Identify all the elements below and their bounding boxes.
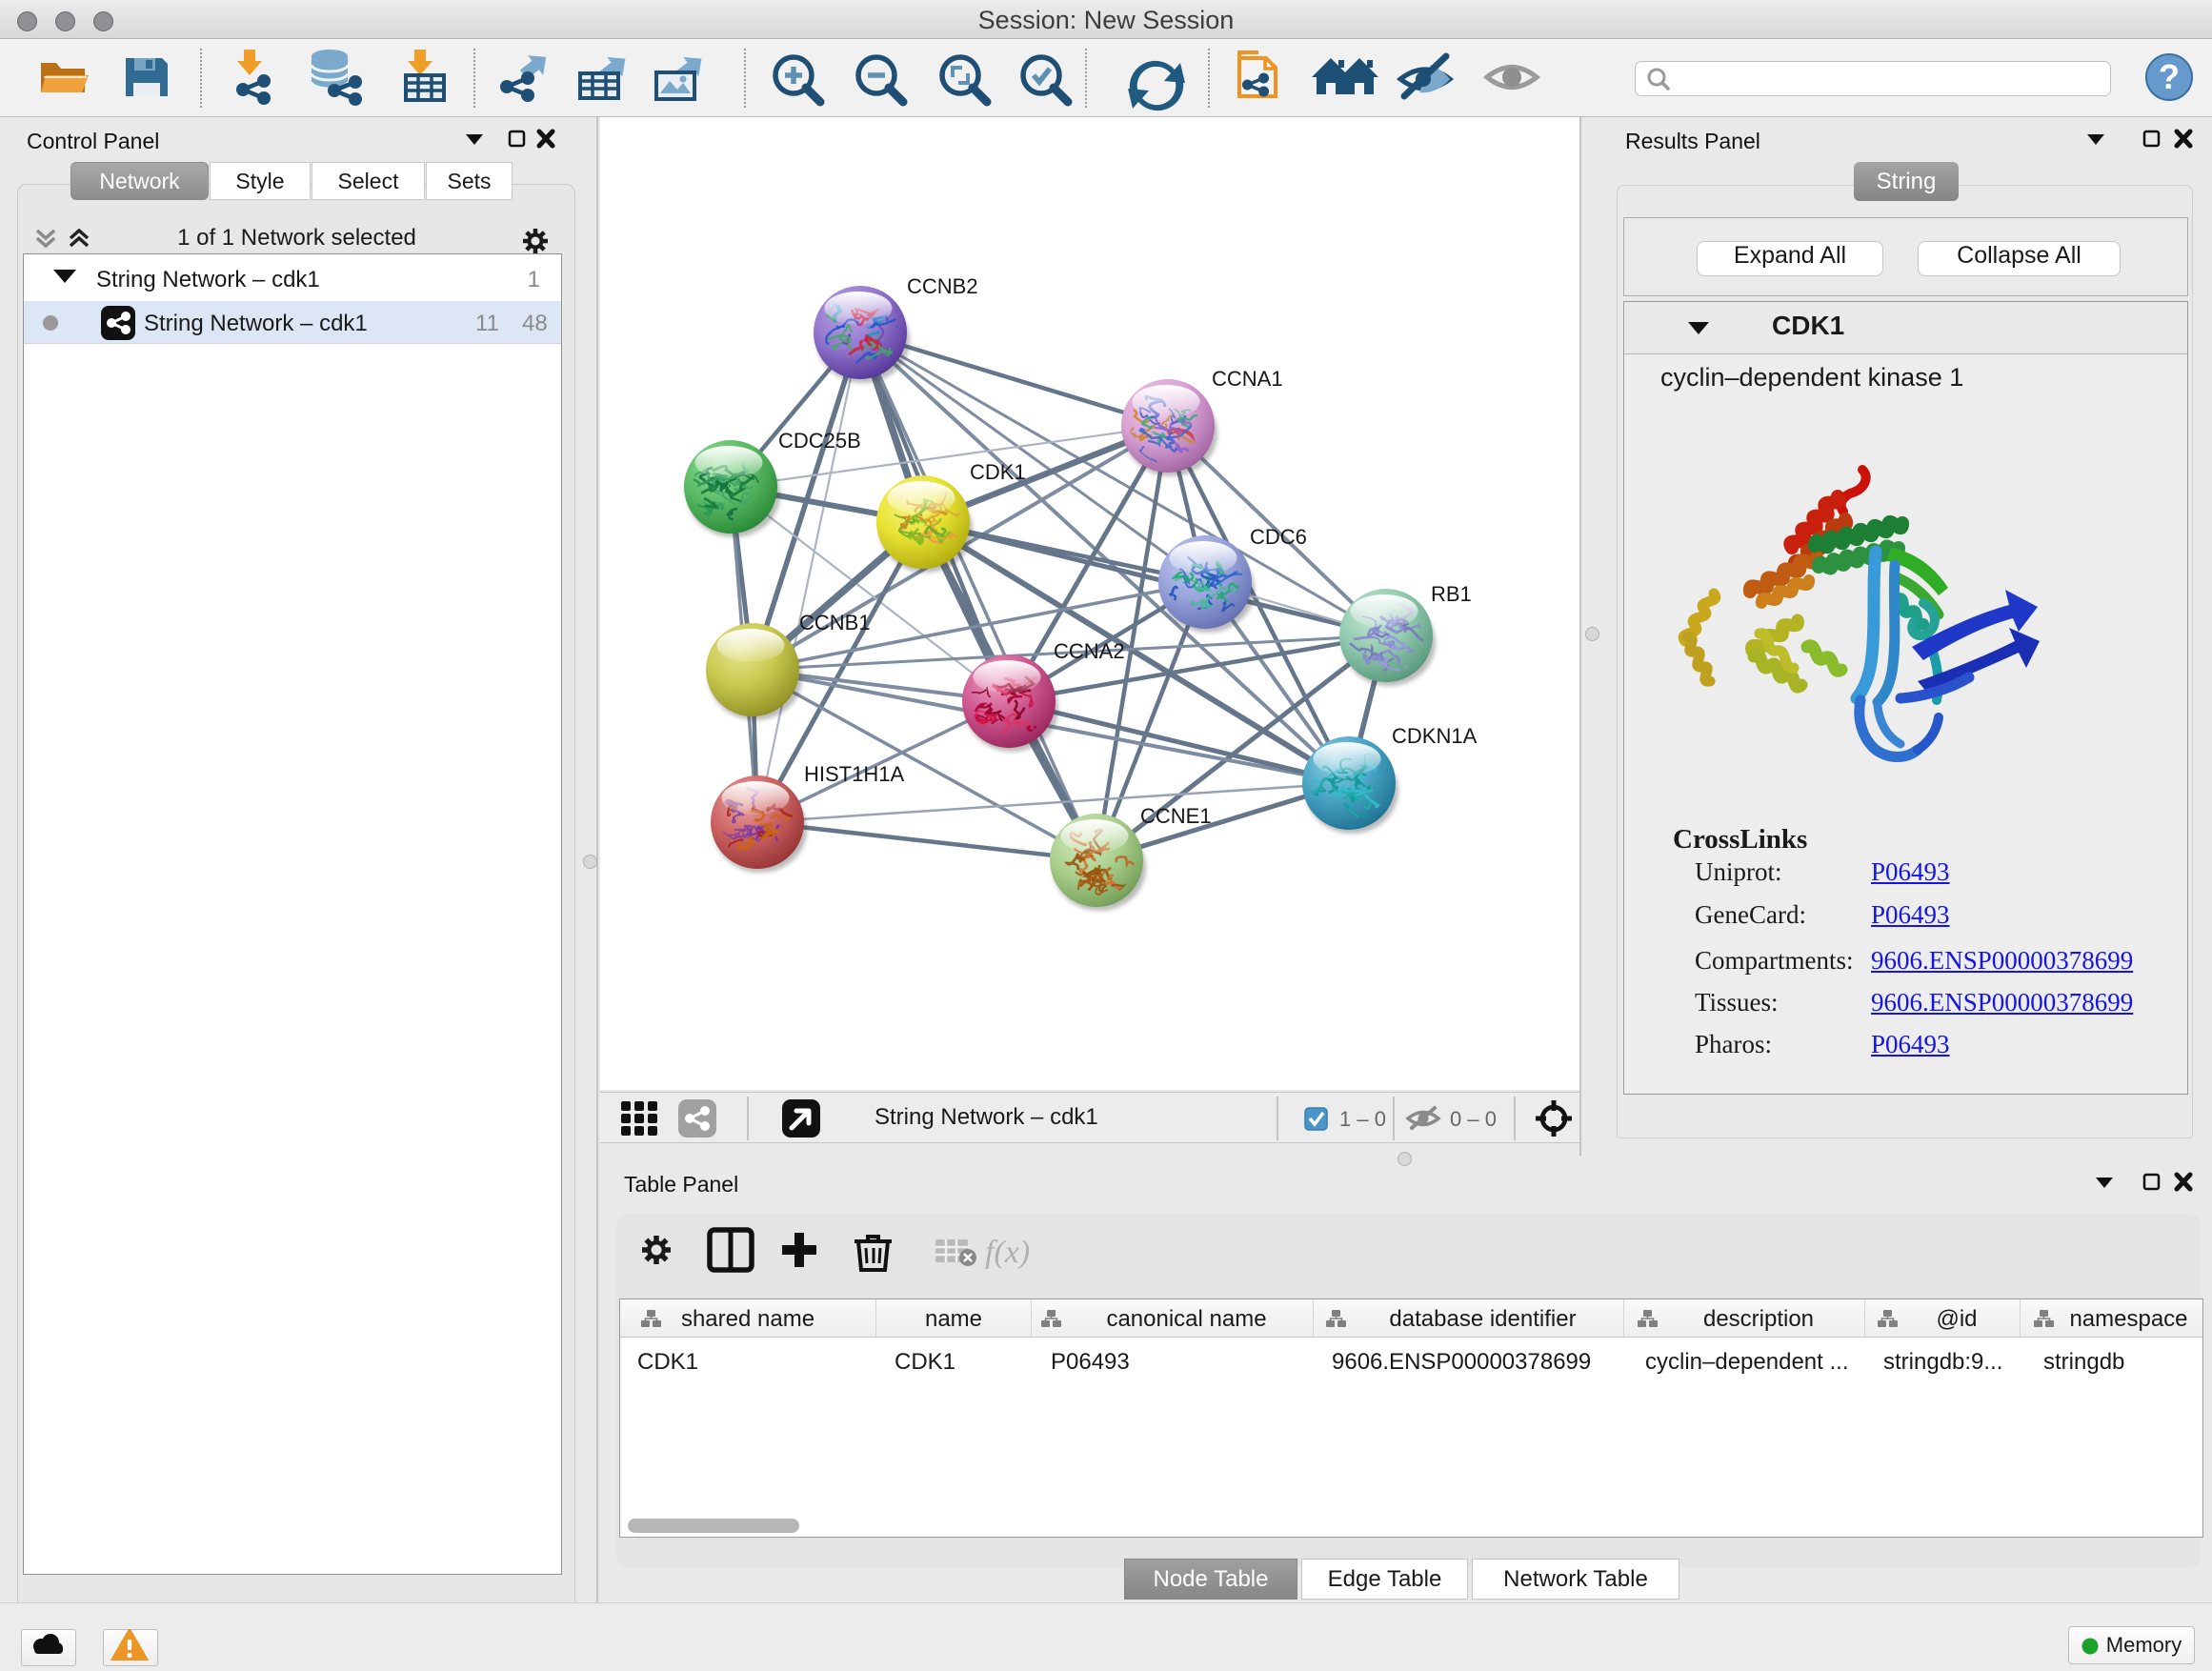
- svg-text:1 – 0: 1 – 0: [1339, 1107, 1386, 1131]
- svg-text:CCNB1: CCNB1: [799, 611, 871, 634]
- svg-text:0 – 0: 0 – 0: [1450, 1107, 1497, 1131]
- svg-text:CDC6: CDC6: [1250, 525, 1307, 549]
- svg-text:CCNB2: CCNB2: [907, 274, 978, 298]
- svg-text:CCNA2: CCNA2: [1054, 639, 1125, 663]
- svg-text:CDKN1A: CDKN1A: [1392, 724, 1478, 748]
- svg-text:CCNA1: CCNA1: [1212, 367, 1283, 391]
- svg-text:CDK1: CDK1: [970, 460, 1026, 484]
- svg-text:?: ?: [2159, 57, 2180, 96]
- svg-text:CCNE1: CCNE1: [1140, 804, 1212, 828]
- svg-text:RB1: RB1: [1431, 582, 1472, 606]
- svg-text:f(x): f(x): [985, 1235, 1030, 1270]
- svg-text:HIST1H1A: HIST1H1A: [804, 762, 904, 786]
- svg-text:CDC25B: CDC25B: [778, 429, 861, 453]
